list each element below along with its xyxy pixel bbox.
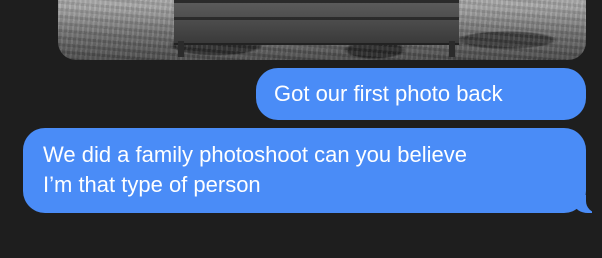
message-text: Got our first photo back <box>274 81 503 106</box>
message-text: We did a family photoshoot can you belie… <box>43 142 467 197</box>
message-bubble-outgoing[interactable]: Got our first photo back <box>256 68 586 120</box>
message-thread: Got our first photo back We did a family… <box>0 0 602 258</box>
message-bubble-outgoing[interactable]: We did a family photoshoot can you belie… <box>23 128 600 213</box>
photo-content-bench <box>174 0 459 57</box>
photo-attachment[interactable] <box>58 0 586 60</box>
